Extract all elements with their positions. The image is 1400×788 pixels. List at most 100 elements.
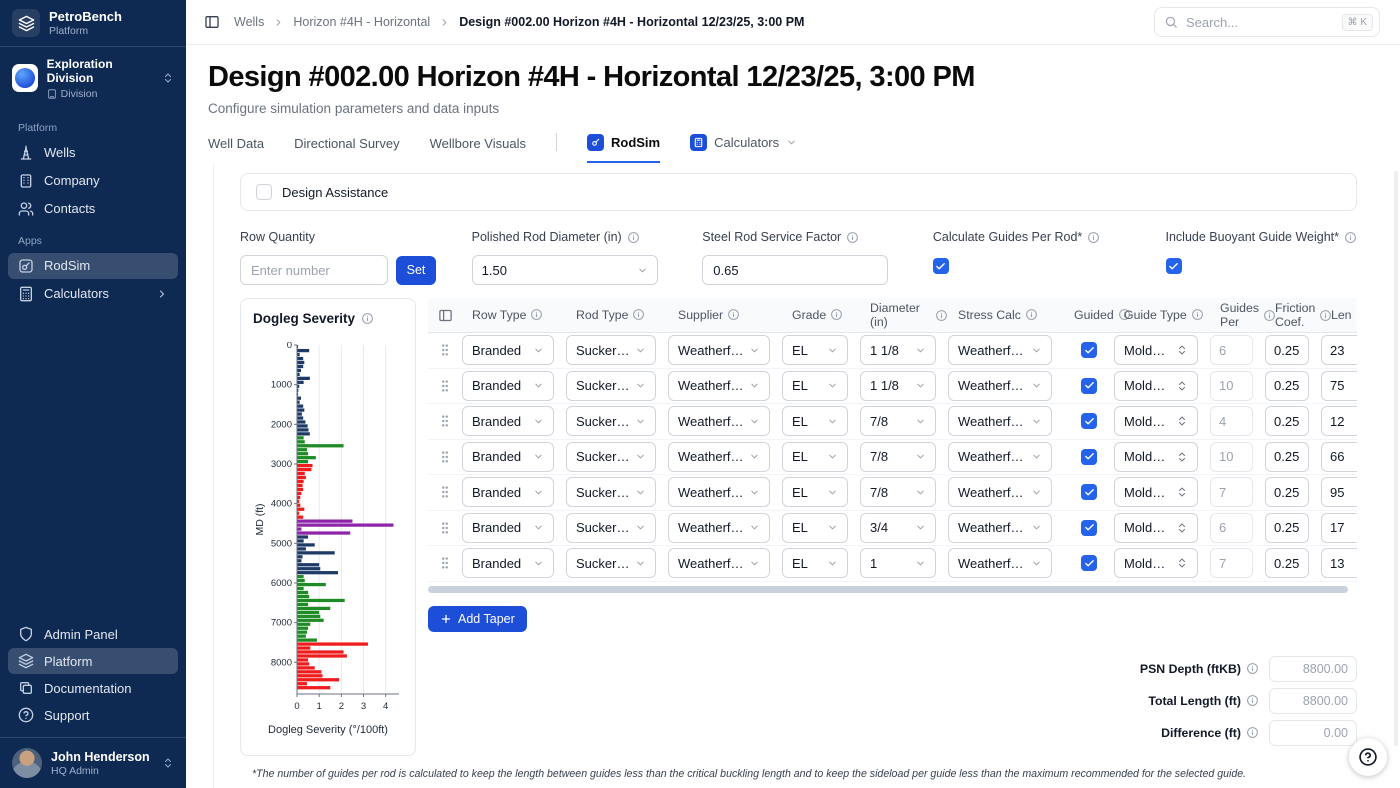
- stress-calc-select[interactable]: Weatherford EL: [948, 335, 1052, 366]
- row-drag-handle[interactable]: [428, 333, 462, 368]
- guides-per-input[interactable]: 7: [1210, 548, 1253, 579]
- length-input[interactable]: 95: [1321, 477, 1357, 508]
- sidebar-item-contacts[interactable]: Contacts: [8, 196, 178, 222]
- search-input[interactable]: [1186, 14, 1334, 30]
- sidebar-item-support[interactable]: Support: [8, 702, 178, 728]
- breadcrumb-well[interactable]: Horizon #4H - Horizontal: [293, 15, 430, 29]
- stress-calc-select[interactable]: Weatherford EL: [948, 477, 1052, 508]
- sidebar-item-rodsim[interactable]: RodSim: [8, 252, 178, 279]
- sidebar-item-platform[interactable]: Platform: [8, 648, 178, 674]
- supplier-select[interactable]: Weatherford: [668, 441, 770, 472]
- friction-coef-input[interactable]: 0.25: [1265, 512, 1309, 543]
- row-drag-handle[interactable]: [428, 546, 462, 581]
- guides-per-input[interactable]: 6: [1210, 512, 1253, 543]
- grade-select[interactable]: EL: [782, 548, 848, 579]
- row-type-select[interactable]: Branded: [462, 370, 554, 401]
- stress-calc-select[interactable]: Weatherford EL: [948, 406, 1052, 437]
- guide-type-stepper[interactable]: Molded AU: [1114, 441, 1198, 472]
- guided-checkbox[interactable]: [1081, 342, 1097, 359]
- row-drag-handle[interactable]: [428, 440, 462, 475]
- supplier-select[interactable]: Weatherford: [668, 370, 770, 401]
- rod-type-select[interactable]: Sucker Rod: [566, 512, 656, 543]
- guide-type-stepper[interactable]: Molded AU: [1114, 406, 1198, 437]
- friction-coef-input[interactable]: 0.25: [1265, 477, 1309, 508]
- tab-calculators[interactable]: Calculators: [690, 134, 797, 163]
- length-input[interactable]: 13: [1321, 548, 1357, 579]
- row-type-select[interactable]: Branded: [462, 512, 554, 543]
- stress-calc-select[interactable]: Weatherford EL: [948, 370, 1052, 401]
- supplier-select[interactable]: Weatherford: [668, 512, 770, 543]
- grade-select[interactable]: EL: [782, 406, 848, 437]
- friction-coef-input[interactable]: 0.25: [1265, 370, 1309, 401]
- row-type-select[interactable]: Branded: [462, 335, 554, 366]
- set-button[interactable]: Set: [396, 255, 436, 285]
- stress-calc-select[interactable]: Weatherford EL: [948, 441, 1052, 472]
- sidebar-item-company[interactable]: Company: [8, 168, 178, 194]
- guides-per-input[interactable]: 7: [1210, 477, 1253, 508]
- row-drag-handle[interactable]: [428, 475, 462, 510]
- guided-checkbox[interactable]: [1081, 519, 1097, 536]
- stress-calc-select[interactable]: Weatherford EL: [948, 512, 1052, 543]
- guided-checkbox[interactable]: [1081, 448, 1097, 465]
- grade-select[interactable]: EL: [782, 512, 848, 543]
- guided-checkbox[interactable]: [1081, 484, 1097, 501]
- row-drag-handle[interactable]: [428, 404, 462, 439]
- friction-coef-input[interactable]: 0.25: [1265, 335, 1309, 366]
- guides-per-input[interactable]: 4: [1210, 406, 1253, 437]
- supplier-select[interactable]: Weatherford: [668, 406, 770, 437]
- guide-type-stepper[interactable]: Molded AU: [1114, 548, 1198, 579]
- row-type-select[interactable]: Branded: [462, 477, 554, 508]
- diameter-select[interactable]: 1 1/8: [860, 335, 936, 366]
- row-type-select[interactable]: Branded: [462, 406, 554, 437]
- length-input[interactable]: 75: [1321, 370, 1357, 401]
- guides-per-input[interactable]: 10: [1210, 370, 1253, 401]
- friction-coef-input[interactable]: 0.25: [1265, 406, 1309, 437]
- supplier-select[interactable]: Weatherford: [668, 335, 770, 366]
- diameter-select[interactable]: 3/4: [860, 512, 936, 543]
- rod-type-select[interactable]: Sucker Rod: [566, 370, 656, 401]
- breadcrumb-wells[interactable]: Wells: [234, 15, 264, 29]
- calculate-guides-checkbox[interactable]: [932, 258, 949, 274]
- row-drag-handle[interactable]: [428, 511, 462, 546]
- design-assistance-checkbox[interactable]: [256, 184, 272, 200]
- user-menu[interactable]: John Henderson HQ Admin: [0, 737, 186, 788]
- buoyant-guide-weight-checkbox[interactable]: [1165, 258, 1182, 274]
- length-input[interactable]: 12: [1321, 406, 1357, 437]
- guided-checkbox[interactable]: [1081, 555, 1097, 572]
- guide-type-stepper[interactable]: Molded AU: [1114, 335, 1198, 366]
- tab-wellbore-visuals[interactable]: Wellbore Visuals: [430, 136, 526, 163]
- length-input[interactable]: 17: [1321, 512, 1357, 543]
- length-input[interactable]: 23: [1321, 335, 1357, 366]
- steel-rod-service-factor-input[interactable]: [702, 255, 889, 285]
- tab-rodsim[interactable]: RodSim: [586, 134, 661, 163]
- guided-checkbox[interactable]: [1081, 413, 1097, 430]
- grade-select[interactable]: EL: [782, 477, 848, 508]
- diameter-select[interactable]: 1 1/8: [860, 370, 936, 401]
- sidebar-item-admin-panel[interactable]: Admin Panel: [8, 621, 178, 647]
- guided-checkbox[interactable]: [1081, 377, 1097, 394]
- rod-type-select[interactable]: Sucker Rod: [566, 477, 656, 508]
- row-type-select[interactable]: Branded: [462, 548, 554, 579]
- diameter-select[interactable]: 7/8: [860, 477, 936, 508]
- rod-type-select[interactable]: Sucker Rod: [566, 406, 656, 437]
- supplier-select[interactable]: Weatherford: [668, 477, 770, 508]
- length-input[interactable]: 66: [1321, 441, 1357, 472]
- polished-rod-diameter-select[interactable]: 1.50: [471, 255, 658, 285]
- guides-per-input[interactable]: 6: [1210, 335, 1253, 366]
- rod-type-select[interactable]: Sucker Rod: [566, 548, 656, 579]
- diameter-select[interactable]: 1: [860, 548, 936, 579]
- guide-type-stepper[interactable]: Molded AU: [1114, 477, 1198, 508]
- panel-left-icon[interactable]: [204, 14, 220, 30]
- sidebar-item-calculators[interactable]: Calculators: [8, 281, 178, 307]
- row-quantity-input[interactable]: [240, 255, 388, 285]
- help-button[interactable]: [1349, 738, 1387, 776]
- psn-depth-input[interactable]: 8800.00: [1269, 655, 1357, 682]
- horizontal-scrollbar[interactable]: [428, 585, 1348, 593]
- diameter-select[interactable]: 7/8: [860, 406, 936, 437]
- guide-type-stepper[interactable]: Molded AU: [1114, 370, 1198, 401]
- guide-type-stepper[interactable]: Molded AU: [1114, 512, 1198, 543]
- grade-select[interactable]: EL: [782, 441, 848, 472]
- grade-select[interactable]: EL: [782, 370, 848, 401]
- total-length-input[interactable]: 8800.00: [1269, 687, 1357, 714]
- add-taper-button[interactable]: Add Taper: [428, 605, 527, 632]
